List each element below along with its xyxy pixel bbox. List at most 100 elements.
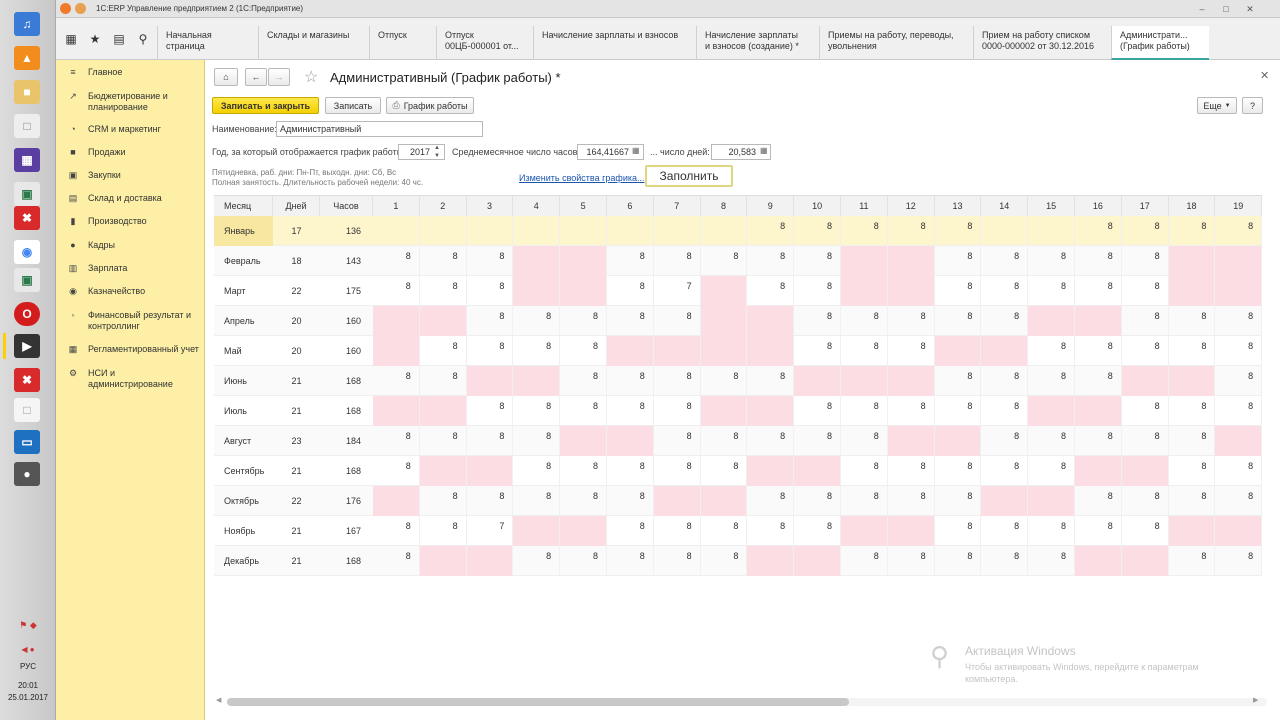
camera-icon[interactable]: ● (14, 462, 40, 486)
day-cell[interactable] (1215, 516, 1262, 546)
day-cell[interactable]: 8 (513, 396, 561, 426)
day-cell[interactable]: 8 (935, 216, 982, 246)
day-cell[interactable]: 8 (467, 486, 514, 516)
calculator-icon-2[interactable]: ▦ (760, 146, 768, 155)
day-cell[interactable]: 8 (607, 246, 654, 276)
day-cell[interactable]: 8 (1215, 366, 1262, 396)
day-cell[interactable]: 8 (981, 426, 1029, 456)
day-cell[interactable] (1215, 276, 1262, 306)
day-cell[interactable]: 8 (888, 546, 935, 576)
day-cell[interactable] (1028, 396, 1075, 426)
tray-volume-icon[interactable]: ◀ ● (0, 645, 56, 654)
day-cell[interactable]: 8 (841, 456, 888, 486)
scroll-right-icon[interactable]: ▶ (1253, 696, 1258, 704)
clock-time[interactable]: 20:01 (0, 681, 56, 690)
days-cell[interactable]: 21 (273, 546, 320, 576)
hours-cell[interactable]: 184 (320, 426, 373, 456)
day-cell[interactable]: 8 (560, 456, 607, 486)
day-cell[interactable] (513, 366, 561, 396)
day-cell[interactable] (700, 486, 748, 516)
month-cell[interactable]: Март (214, 276, 273, 306)
day-cell[interactable]: 8 (794, 336, 841, 366)
day-cell[interactable] (700, 396, 748, 426)
day-cell[interactable]: 8 (513, 306, 561, 336)
day-cell[interactable]: 8 (794, 216, 841, 246)
day-cell[interactable]: 8 (747, 426, 795, 456)
day-header-14[interactable]: 14 (981, 196, 1029, 216)
day-cell[interactable]: 8 (654, 426, 701, 456)
day-cell[interactable]: 8 (420, 276, 467, 306)
day-cell[interactable]: 8 (981, 276, 1029, 306)
scrollbar-thumb[interactable] (227, 698, 849, 706)
day-cell[interactable] (981, 336, 1029, 366)
day-cell[interactable]: 8 (935, 516, 982, 546)
day-cell[interactable]: 8 (420, 486, 467, 516)
day-cell[interactable] (1168, 276, 1216, 306)
horizontal-scrollbar[interactable] (227, 698, 1267, 706)
day-cell[interactable]: 8 (981, 516, 1029, 546)
day-cell[interactable] (373, 306, 420, 336)
day-cell[interactable]: 8 (1075, 486, 1122, 516)
day-cell[interactable] (653, 486, 701, 516)
day-cell[interactable]: 8 (607, 306, 654, 336)
day-cell[interactable]: 8 (701, 516, 748, 546)
day-cell[interactable] (467, 216, 514, 246)
day-cell[interactable]: 8 (1122, 426, 1169, 456)
hours-cell[interactable]: 167 (320, 516, 373, 546)
day-cell[interactable]: 8 (607, 516, 654, 546)
day-cell[interactable] (747, 546, 795, 576)
day-cell[interactable] (607, 426, 654, 456)
day-header-17[interactable]: 17 (1121, 196, 1169, 216)
day-cell[interactable]: 8 (981, 366, 1029, 396)
day-cell[interactable] (560, 246, 607, 276)
day-cell[interactable]: 8 (654, 366, 701, 396)
day-cell[interactable]: 8 (467, 246, 514, 276)
day-cell[interactable]: 8 (1215, 336, 1262, 366)
day-cell[interactable] (466, 366, 514, 396)
day-header-10[interactable]: 10 (794, 196, 841, 216)
day-cell[interactable] (419, 396, 467, 426)
day-cell[interactable]: 8 (935, 306, 982, 336)
fill-button[interactable]: Заполнить (645, 165, 733, 187)
day-cell[interactable]: 8 (935, 546, 982, 576)
month-cell[interactable]: Апрель (214, 306, 273, 336)
month-cell[interactable]: Август (214, 426, 273, 456)
day-cell[interactable] (1121, 456, 1169, 486)
days-cell[interactable]: 21 (273, 456, 320, 486)
day-cell[interactable]: 8 (467, 276, 514, 306)
day-cell[interactable] (513, 246, 561, 276)
day-cell[interactable] (513, 276, 561, 306)
sidebar-item-2[interactable]: ◔ CRM и маркетинг (66, 124, 201, 135)
tab-schedule-active[interactable]: Администрати... (График работы) (1111, 26, 1209, 60)
day-cell[interactable]: 8 (1075, 246, 1122, 276)
days-cell[interactable]: 20 (273, 336, 320, 366)
day-cell[interactable]: 8 (841, 426, 888, 456)
vlc-icon[interactable]: ▲ (14, 46, 40, 70)
month-cell[interactable]: Январь (214, 216, 273, 246)
day-cell[interactable]: 8 (794, 276, 841, 306)
speaker-icon[interactable]: ♫ (14, 12, 40, 36)
day-cell[interactable]: 8 (747, 216, 795, 246)
day-cell[interactable]: 8 (607, 396, 654, 426)
day-cell[interactable] (373, 396, 420, 426)
xmind-icon[interactable]: ✖ (14, 206, 40, 230)
day-cell[interactable]: 8 (513, 456, 561, 486)
schedule-print-button[interactable]: ⎙ График работы (386, 97, 474, 114)
day-cell[interactable] (1168, 516, 1216, 546)
day-cell[interactable]: 8 (1169, 396, 1216, 426)
day-cell[interactable] (747, 456, 795, 486)
hours-cell[interactable]: 176 (320, 486, 373, 516)
day-cell[interactable]: 8 (747, 366, 795, 396)
archive-icon[interactable]: ▦ (14, 148, 40, 172)
day-cell[interactable]: 8 (935, 366, 982, 396)
hours-cell[interactable]: 175 (320, 276, 373, 306)
day-cell[interactable] (1075, 306, 1122, 336)
day-cell[interactable] (1075, 456, 1122, 486)
day-cell[interactable]: 8 (607, 486, 654, 516)
day-cell[interactable]: 8 (513, 336, 561, 366)
day-cell[interactable] (700, 336, 748, 366)
day-cell[interactable] (560, 516, 607, 546)
day-cell[interactable]: 8 (1215, 456, 1262, 486)
day-cell[interactable]: 8 (981, 546, 1029, 576)
day-cell[interactable]: 8 (420, 426, 467, 456)
